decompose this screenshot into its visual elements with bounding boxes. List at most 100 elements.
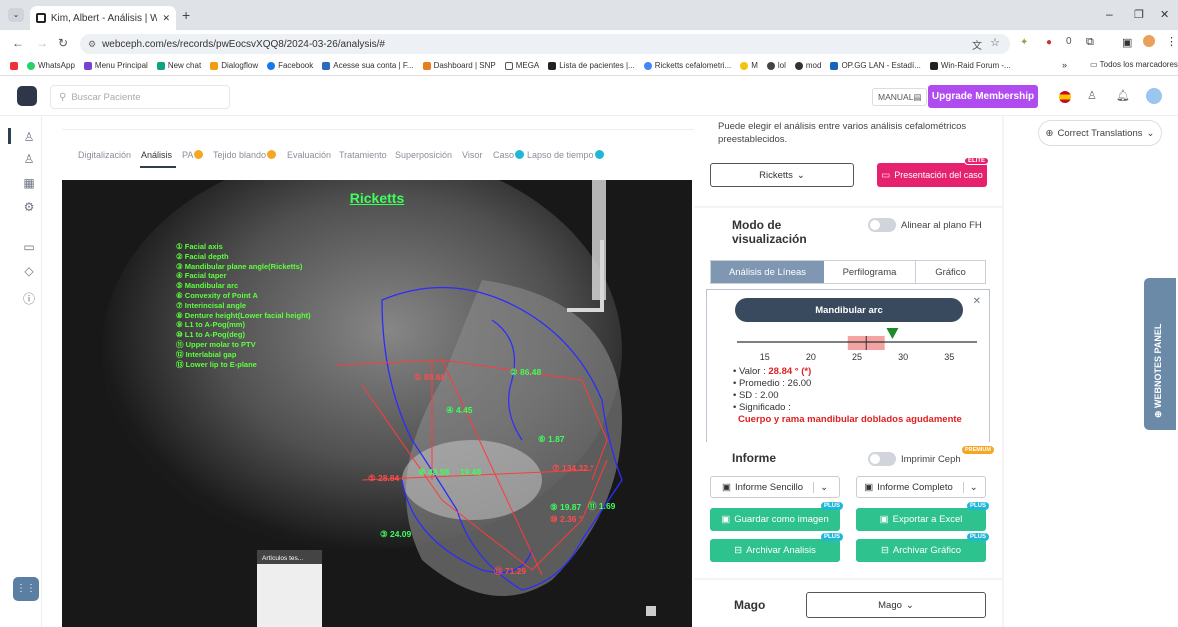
tab-analisis[interactable]: Análisis: [141, 150, 172, 160]
bookmark-item[interactable]: M: [740, 61, 758, 70]
measurement-label[interactable]: ② 86.48: [510, 367, 541, 378]
tab-caso[interactable]: Caso: [493, 150, 525, 160]
sidepanel-icon[interactable]: ▣: [1122, 36, 1132, 49]
tab-digitalizacion[interactable]: Digitalización: [78, 150, 131, 160]
new-tab-button[interactable]: +: [182, 7, 190, 23]
upgrade-membership-button[interactable]: Upgrade Membership: [928, 85, 1038, 108]
close-window-button[interactable]: ✕: [1160, 8, 1169, 21]
tab-lapso-de-tiempo[interactable]: Lapso de tiempo: [527, 150, 604, 160]
settings-icon[interactable]: ⚙: [22, 200, 36, 214]
export-excel-button[interactable]: ▣ Exportar a Excel PLUS: [856, 502, 989, 531]
bookmark-item[interactable]: Dialogflow: [210, 61, 258, 70]
print-ceph-toggle[interactable]: [868, 452, 896, 466]
full-report-button[interactable]: ▣ Informe Completo ⌄: [856, 476, 986, 498]
measurement-label[interactable]: ④ 4.45: [446, 405, 473, 416]
chevron-down-icon[interactable]: ⌄: [813, 481, 828, 493]
bookmark-item[interactable]: [10, 61, 18, 70]
manual-button[interactable]: MANUAL ▤: [872, 88, 928, 106]
measurement-label[interactable]: ⑩ 2.36 °: [550, 514, 582, 525]
measurement-label[interactable]: ⑦ 134.32 °: [552, 463, 594, 474]
bell-icon[interactable]: 🔔︎: [1116, 89, 1130, 102]
measurement-label[interactable]: ⑤ 28.84 °: [368, 473, 405, 484]
align-fh-toggle[interactable]: [868, 218, 896, 232]
tab-search-icon[interactable]: ⌄: [8, 8, 24, 22]
profile-avatar[interactable]: [1143, 35, 1155, 47]
save-image-button[interactable]: ▣ Guardar como imagen PLUS: [710, 502, 843, 531]
grid-icon[interactable]: ▦: [22, 176, 36, 190]
bookmark-label: Win-Raid Forum -...: [940, 61, 1011, 70]
star-icon[interactable]: ☆: [990, 36, 1000, 49]
user-icon[interactable]: ♙: [22, 130, 36, 144]
minimize-button[interactable]: –: [1106, 7, 1113, 21]
extensions-puzzle-icon[interactable]: ⧉: [1086, 36, 1094, 49]
extension-icon[interactable]: ●: [1046, 37, 1052, 48]
back-icon[interactable]: ←: [12, 36, 24, 50]
measurement-label[interactable]: 19.48: [460, 467, 481, 477]
close-icon[interactable]: ✕: [973, 296, 981, 307]
bookmark-item[interactable]: Ricketts cefalometri...: [643, 61, 731, 70]
extension-icon[interactable]: ✦: [1020, 37, 1028, 48]
measurement-label[interactable]: ⑧ 48.98: [418, 467, 449, 478]
measurement-label[interactable]: ③ 24.09: [380, 529, 411, 540]
archive-analysis-button[interactable]: ⊟ Archivar Analisis PLUS: [710, 533, 843, 562]
bookmark-item[interactable]: New chat: [156, 61, 201, 70]
close-tab-icon[interactable]: ✕: [162, 13, 170, 24]
bookmark-item[interactable]: Acesse sua conta | F...: [322, 61, 414, 70]
translate-icon[interactable]: 文: [972, 37, 982, 52]
browser-tab[interactable]: Kim, Albert - Análisis | WebCeph ✕: [30, 6, 176, 30]
bookmark-item[interactable]: Dashboard | SNP: [422, 61, 496, 70]
extension-count[interactable]: 0: [1066, 36, 1072, 47]
measurement-label[interactable]: ⑬ 71.29: [494, 565, 526, 577]
webnotes-panel-tab[interactable]: ⊕ WEBNOTES PANEL: [1144, 278, 1176, 430]
bookmark-item[interactable]: OP.GG LAN - Estadí...: [830, 61, 921, 70]
analysis-select-dropdown[interactable]: Ricketts ⌄: [710, 163, 854, 187]
tab-tejido-blando[interactable]: Tejido blando: [213, 150, 277, 160]
measurement-label[interactable]: ⑪ 1.69: [588, 500, 615, 512]
bookmark-folder[interactable]: MEGA: [504, 61, 539, 70]
bookmarks-overflow[interactable]: »: [1062, 60, 1068, 70]
patients-icon[interactable]: ♙: [22, 152, 36, 166]
simple-report-button[interactable]: ▣ Informe Sencillo ⌄: [710, 476, 840, 498]
bookmark-item[interactable]: WhatsApp: [27, 61, 75, 70]
bookmark-item[interactable]: Facebook: [267, 61, 313, 70]
maximize-button[interactable]: ❐: [1134, 8, 1144, 21]
book-icon[interactable]: ▭: [22, 240, 36, 254]
tab-perfilograma[interactable]: Perfilograma: [824, 261, 916, 283]
case-presentation-button[interactable]: ▭ Presentación del caso ELITE: [877, 157, 989, 187]
bookmark-item[interactable]: mod: [794, 61, 821, 70]
tab-superposicion[interactable]: Superposición: [395, 150, 452, 160]
browser-menu-icon[interactable]: ⋮: [1166, 35, 1177, 48]
mago-select-dropdown[interactable]: Mago ⌄: [806, 592, 986, 618]
archive-graph-button[interactable]: ⊟ Archivar Gráfico PLUS: [856, 533, 989, 562]
measurement-label[interactable]: ⑨ 19.87: [550, 502, 581, 513]
tab-tratamiento[interactable]: Tratamiento: [339, 150, 387, 160]
intro-text: Puede elegir el análisis entre varios an…: [718, 121, 967, 145]
user-avatar[interactable]: [1146, 88, 1162, 104]
chevron-down-icon[interactable]: ⌄: [962, 481, 978, 493]
tab-grafico[interactable]: Gráfico: [916, 261, 985, 283]
tab-evaluacion[interactable]: Evaluación: [287, 150, 331, 160]
webceph-logo[interactable]: [17, 86, 37, 106]
all-bookmarks-folder[interactable]: ▭ Todos los marcadores: [1090, 60, 1178, 69]
correct-translations-button[interactable]: ⊕ Correct Translations ⌄: [1038, 120, 1162, 146]
bookmark-item[interactable]: Win-Raid Forum -...: [929, 61, 1011, 70]
users-icon[interactable]: ♙: [1087, 89, 1097, 102]
menu-toggle-icon[interactable]: ⋮⋮: [13, 577, 39, 601]
site-info-icon[interactable]: ⚙: [88, 39, 96, 50]
measurement-label[interactable]: ① 89.68: [414, 372, 445, 383]
tab-pa[interactable]: PA: [182, 150, 204, 160]
url-omnibox[interactable]: ⚙ webceph.com/es/records/pwEocsvXQQ8/202…: [80, 34, 1010, 54]
bookmark-item[interactable]: Lista de pacientes |...: [548, 61, 635, 70]
measurement-label[interactable]: ⑥ 1.87: [538, 434, 565, 445]
info-icon[interactable]: ⓘ: [22, 290, 36, 306]
search-input[interactable]: ⚲ Buscar Paciente: [50, 85, 230, 109]
tab-visor[interactable]: Visor: [462, 150, 482, 160]
bookmark-item[interactable]: lol: [766, 61, 786, 70]
forward-icon[interactable]: →: [36, 36, 48, 50]
cephalometric-xray-viewer[interactable]: Ricketts ① Facial axis ② Facial depth ③ …: [62, 180, 692, 627]
spanish-flag-icon[interactable]: [1059, 91, 1071, 103]
tag-icon[interactable]: ◇: [22, 264, 36, 278]
reload-icon[interactable]: ↻: [58, 36, 68, 50]
tab-analisis-de-lineas[interactable]: Análisis de Líneas: [711, 261, 824, 283]
bookmark-item[interactable]: Menu Principal: [83, 61, 148, 70]
